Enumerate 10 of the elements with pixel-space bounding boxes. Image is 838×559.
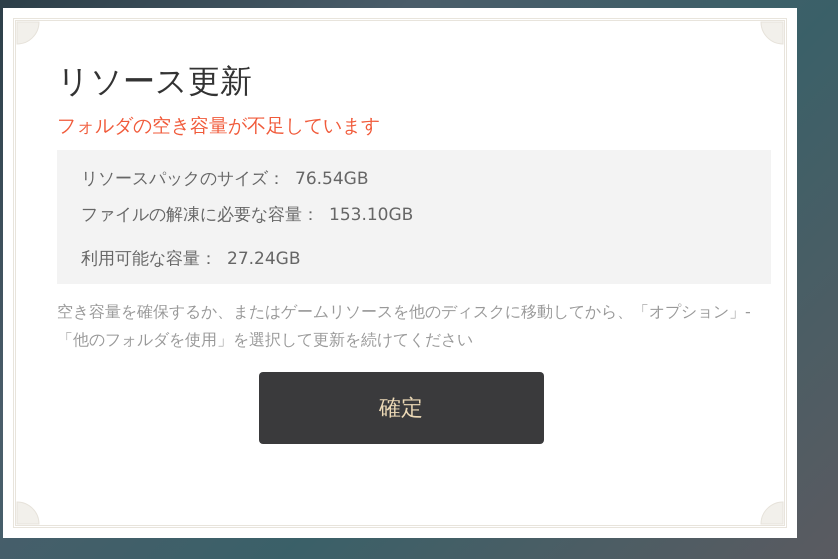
detail-label: リソースパックのサイズ： bbox=[81, 169, 285, 189]
detail-label: 利用可能な容量： bbox=[81, 249, 217, 269]
warning-text: フォルダの空き容量が不足しています bbox=[57, 114, 381, 139]
detail-label: ファイルの解凍に必要な容量： bbox=[81, 205, 319, 225]
detail-value: 27.24GB bbox=[227, 249, 301, 269]
message-text: 空き容量を確保するか、またはゲームリソースを他のディスクに移動してから、「オプション」-「他のフォルダを使用」を選択して更新を続けてください bbox=[57, 301, 752, 351]
dialog-title: リソース更新 bbox=[57, 61, 253, 102]
detail-value: 153.10GB bbox=[329, 205, 414, 225]
detail-value: 76.54GB bbox=[295, 169, 369, 189]
confirm-button[interactable]: 確定 bbox=[258, 372, 544, 444]
